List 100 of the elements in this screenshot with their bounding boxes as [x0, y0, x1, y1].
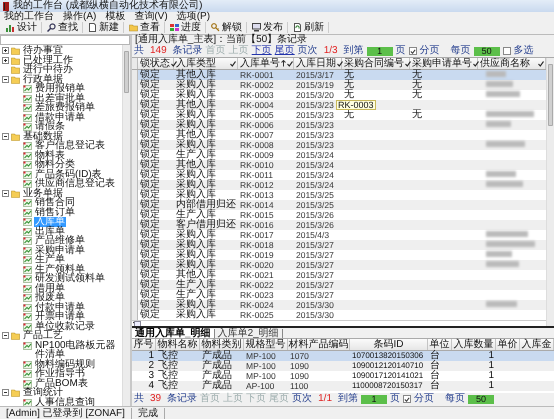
page-link[interactable]: 尾页 [274, 46, 295, 56]
tree-item[interactable]: 出库单 [34, 226, 66, 236]
tree-item[interactable]: 生产单 [34, 255, 66, 264]
column-header[interactable]: 入库数量 [452, 339, 496, 350]
table-row[interactable]: 锁定 其他入库 RK-0021 2015/3/27 [132, 270, 546, 280]
tree-item[interactable]: 报废单 [34, 293, 66, 302]
table-row[interactable]: 2 飞控 产成品 MP-100 1090 1090012120140710 台 1 [132, 361, 554, 371]
page-link[interactable]: 下页 [252, 46, 272, 56]
tree-item[interactable]: 基础数据 [22, 132, 64, 141]
tree-item[interactable]: 业务单据 [22, 188, 64, 198]
toolbar-button[interactable]: 新建 [84, 22, 124, 33]
table-row[interactable]: 1 飞控 产成品 MP-100 1070 1070013820150306 台 1 [132, 351, 554, 361]
tree-item[interactable]: 研发测试领料单 [34, 274, 106, 284]
tree-item[interactable]: 差旅费报销单 [34, 103, 96, 112]
column-header[interactable]: 序号 [132, 339, 156, 350]
table-row[interactable]: 锁定 采购入库 RK-0024 2015/3/30 [132, 300, 546, 310]
table-row[interactable]: 锁定 采购入库 RK-0019 2015/3/27 [132, 250, 546, 260]
column-header[interactable]: 物料类别 [200, 339, 244, 350]
toolbar-button[interactable]: 进度 [166, 22, 206, 33]
tree-item[interactable]: 查询统计 [22, 388, 64, 398]
toolbar-button[interactable]: 查找 [43, 22, 83, 33]
table-row[interactable]: 锁定 生产入库 RK-0009 2015/3/24 [132, 150, 546, 160]
tree-item[interactable]: 销售订单 [34, 208, 76, 217]
tree-item[interactable]: 供应商信息登记表 [34, 179, 116, 188]
table-row[interactable]: 4 飞控 产成品 AP-100 1100 1100008720150317 台 1 [132, 381, 554, 391]
tree-item[interactable]: 出差审批单 [34, 94, 86, 103]
table-row[interactable]: 锁定 生产入库 RK-0015 2015/3/26 [132, 210, 546, 220]
tree-item[interactable]: 已处理工作 [22, 56, 74, 65]
table-row[interactable]: 锁定 客户借用归还 RK-0016 2015/3/26 [132, 220, 546, 230]
page-input[interactable]: 1 [361, 394, 388, 404]
table-row[interactable]: 锁定 采购入库 RK-0013 2015/3/25 [132, 190, 546, 200]
table-cell: 锁定 [140, 189, 160, 200]
column-header[interactable]: 物料名称 [156, 339, 200, 350]
table-row[interactable]: 锁定 其他入库 RK-0004 2015/3/23 RK-0003 [132, 100, 546, 110]
menu-item[interactable]: 查询(V) [134, 12, 168, 22]
tree-item[interactable]: 借用单 [34, 284, 66, 293]
column-header[interactable]: 单价 [496, 339, 520, 350]
page-input[interactable]: 1 [366, 46, 393, 56]
table-row[interactable]: 锁定 采购入库 RK-0017 2015/4/3 [132, 230, 546, 240]
table-row[interactable]: 锁定 其他入库 RK-0001 2015/3/17 无 无 [132, 70, 546, 80]
table-row[interactable]: 锁定 内部借用归还 RK-0014 2015/3/25 [132, 200, 546, 210]
toolbar-button[interactable]: 设计 [2, 22, 42, 33]
toolbar-button[interactable]: 刷新 [289, 22, 329, 33]
table-row[interactable]: 3 飞控 产成品 MP-100 1090 1090017120141021 台 1 [132, 371, 554, 381]
tree-item[interactable]: 费用报销单 [34, 84, 86, 94]
table-row[interactable]: 锁定 采购入库 RK-0002 2015/3/19 无 无 [132, 80, 546, 90]
table-cell: 锁定 [140, 289, 160, 300]
table-row[interactable]: 锁定 采购入库 RK-0025 2015/3/30 [132, 310, 546, 320]
tree-item[interactable]: 请假条 [34, 122, 66, 132]
tree-item[interactable]: 行政单据 [22, 74, 64, 84]
tree-item[interactable]: 单位收款记录 [34, 322, 96, 331]
table-row[interactable]: 锁定 生产入库 RK-0022 2015/3/27 [132, 280, 546, 290]
tree-item[interactable]: 开票申请单 [34, 312, 86, 322]
table-row[interactable]: 锁定 采购入库 RK-0012 2015/3/24 [132, 180, 546, 190]
tree-item[interactable]: 付款申请单 [34, 302, 86, 312]
column-header[interactable]: 规格型号 [244, 339, 288, 350]
tab[interactable]: 通用入库单_明细 [132, 329, 215, 338]
tree-item[interactable]: 产品BOM表 [34, 378, 89, 388]
page-size-input[interactable]: 50 [468, 394, 494, 404]
page-size-input[interactable]: 50 [474, 46, 500, 56]
column-header[interactable]: 锁状态 [138, 58, 174, 69]
column-header[interactable]: 采购合同编号 [342, 58, 410, 69]
toolbar-button[interactable]: 查看 [125, 22, 165, 33]
tree-item[interactable]: 产品维修单 [34, 236, 86, 246]
tree-item[interactable]: 作业指导书 [34, 369, 86, 378]
tree-item[interactable]: 借款申请单 [34, 112, 86, 122]
pager-label: 共 [134, 394, 144, 404]
tree-item[interactable]: 客户信息登记表 [34, 141, 106, 150]
menu-item[interactable]: 操作(A) [63, 12, 96, 22]
tree-item[interactable]: 销售合同 [34, 198, 76, 208]
table-row[interactable]: 锁定 采购入库 RK-0011 2015/3/24 [132, 170, 546, 180]
tree-item[interactable]: 物料表 [34, 150, 66, 160]
table-row[interactable]: 锁定 其他入库 RK-0010 2015/3/24 [132, 160, 546, 170]
tree-item[interactable]: 物料编码规则 [34, 360, 96, 369]
tree-item[interactable]: 物料分类 [34, 160, 76, 170]
menu-item[interactable]: 我的工作台 [4, 12, 54, 22]
menu-item[interactable]: 模板 [105, 12, 126, 22]
column-header[interactable]: 入库金 [520, 339, 554, 350]
column-header[interactable]: 条码ID [350, 339, 428, 350]
toolbar-button[interactable]: 解锁 [207, 22, 247, 33]
table-row[interactable]: 锁定 采购入库 RK-0008 2015/3/23 [132, 140, 546, 150]
column-header[interactable]: 单位 [428, 339, 452, 350]
tree-item[interactable]: 产品条码(ID)表 [34, 170, 103, 179]
table-row[interactable]: 锁定 生产入库 RK-0023 2015/3/27 [132, 290, 546, 300]
table-row[interactable]: 锁定 采购入库 RK-0003 2015/3/20 无 无 [132, 90, 546, 100]
table-row[interactable]: 锁定 其他入库 RK-0007 2015/3/23 [132, 130, 546, 140]
column-header[interactable]: 采购申请单号 [410, 58, 478, 69]
table-row[interactable]: 锁定 采购入库 RK-0018 2015/3/27 [132, 240, 546, 250]
menu-item[interactable]: 选项(P) [176, 12, 210, 22]
tree-item[interactable]: 进行中待办 [22, 65, 74, 74]
table-row[interactable]: 锁定 采购入库 RK-0020 2015/3/27 [132, 260, 546, 270]
table-cell: 其他入库 [176, 99, 216, 110]
tree-item[interactable]: 人事信息查询 [34, 398, 96, 406]
tree-item[interactable]: 产品工艺 [22, 331, 64, 340]
toolbar-button[interactable]: 发布 [248, 22, 288, 33]
tree-item[interactable]: 生产领料单 [34, 264, 86, 274]
tree-item[interactable]: NP100电路板元器件清单 [34, 340, 122, 360]
table-row[interactable]: 锁定 采购入库 RK-0006 2015/3/23 [132, 120, 546, 130]
column-header[interactable]: 材料产品编码 [288, 339, 350, 350]
tree-item[interactable]: 采购申请单 [34, 246, 86, 255]
